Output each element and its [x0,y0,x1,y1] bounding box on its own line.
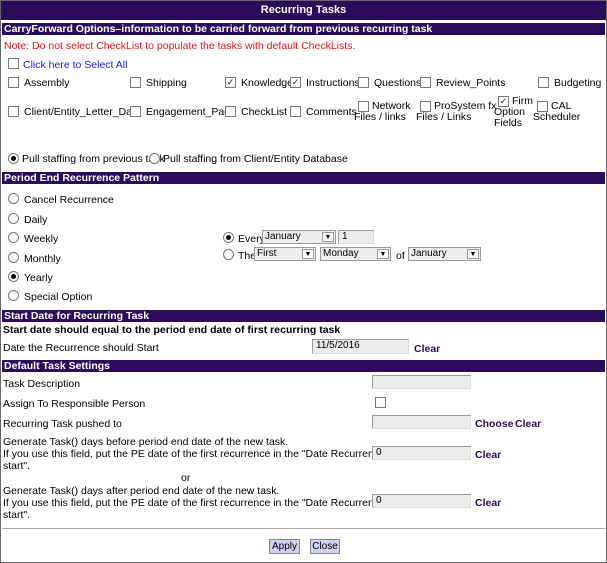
dialog-title: Recurring Tasks [1,1,606,20]
days-before-input[interactable]: 0 [372,446,471,460]
review-points-label: Review_Points [436,77,506,89]
comments-checkbox[interactable] [290,106,301,117]
pattern-header: Period End Recurrence Pattern [2,172,605,184]
assign-label: Assign To Responsible Person [3,398,146,410]
monthly-label: Monthly [24,253,61,265]
chevron-down-icon: ▼ [377,249,389,259]
staffing-database-radio[interactable] [149,153,160,164]
checklist-checkbox[interactable] [225,106,236,117]
assign-checkbox[interactable] [375,397,386,408]
shipping-label: Shipping [146,77,187,89]
days-before-clear[interactable]: Clear [475,449,501,461]
chevron-down-icon: ▼ [467,249,479,259]
of-month-select[interactable]: January ▼ [408,247,481,261]
yearly-label: Yearly [24,272,53,284]
every-radio[interactable] [223,232,234,243]
after-line-2: If you use this field, put the PE date o… [3,497,419,509]
client-entity-letter-date-label: Client/Entity_Letter_Date [24,106,141,118]
checklist-label: CheckList [241,106,288,118]
staffing-database-label: Pull staffing from Client/Entity Databas… [163,153,348,165]
questions-checkbox[interactable] [358,77,369,88]
weekday-value: Monday [323,248,359,259]
close-button[interactable]: Close [310,539,340,554]
divider [2,528,605,529]
chevron-down-icon: ▼ [302,249,314,259]
start-date-note: Start date should equal to the period en… [3,324,341,336]
start-date-label: Date the Recurrence should Start [3,342,159,354]
cal-scheduler-label: CAL Scheduler [533,100,581,123]
knowledge-label: Knowledge [241,77,293,89]
chevron-down-icon: ▼ [322,232,334,242]
pushed-clear[interactable]: Clear [515,418,541,430]
after-line-1: Generate Task() days after period end da… [3,485,280,497]
staffing-previous-radio[interactable] [8,153,19,164]
staffing-previous-label: Pull staffing from previous task [22,153,165,165]
select-all-link[interactable]: Click here to Select All [23,59,127,71]
carryforward-header: CarryForward Options–information to be c… [2,23,605,35]
engagement-page-checkbox[interactable] [130,106,141,117]
daily-radio[interactable] [8,213,19,224]
instructions-label: Instructions [306,77,360,89]
pushed-input[interactable] [372,415,471,429]
every-day-input[interactable]: 1 [338,230,374,244]
apply-button[interactable]: Apply [269,539,300,554]
every-label: Every [238,233,265,245]
after-line-3: start". [3,509,31,521]
weekly-label: Weekly [24,233,59,245]
budgeting-checkbox[interactable] [538,77,549,88]
prosystem-fx-files-links-label: ProSystem fx Files / Links [416,100,497,123]
cancel-recurrence-label: Cancel Recurrence [24,194,114,206]
budgeting-label: Budgeting [554,77,602,89]
shipping-checkbox[interactable] [130,77,141,88]
knowledge-checkbox[interactable]: ✓ [225,77,236,88]
before-line-2: If you use this field, put the PE date o… [3,448,419,460]
weekday-select[interactable]: Monday ▼ [320,247,391,261]
start-date-header: Start Date for Recurring Task [2,310,605,322]
or-label: or [181,472,191,484]
special-option-radio[interactable] [8,290,19,301]
of-month-value: January [411,248,447,259]
review-points-checkbox[interactable] [420,77,431,88]
weekly-radio[interactable] [8,232,19,243]
select-all-checkbox[interactable] [8,58,19,69]
before-line-1: Generate Task() days before period end d… [3,436,289,448]
the-radio[interactable] [223,249,234,260]
dialog-frame [0,0,607,563]
days-after-clear[interactable]: Clear [475,497,501,509]
of-label: of [396,250,405,262]
task-description-input[interactable] [372,375,471,389]
yearly-radio[interactable] [8,271,19,282]
special-option-label: Special Option [24,291,93,303]
default-settings-header: Default Task Settings [2,360,605,372]
pushed-choose[interactable]: Choose [475,418,514,430]
before-line-3: start". [3,460,31,472]
assembly-label: Assembly [24,77,70,89]
start-date-input[interactable]: 11/5/2016 [312,339,409,354]
cancel-recurrence-radio[interactable] [8,193,19,204]
engagement-page-label: Engagement_Page [146,106,236,118]
pushed-label: Recurring Task pushed to [3,418,122,430]
start-date-clear[interactable]: Clear [414,343,440,355]
every-month-value: January [265,231,301,242]
daily-label: Daily [24,214,48,226]
every-month-select[interactable]: January ▼ [262,230,336,244]
comments-label: Comments [306,106,357,118]
monthly-radio[interactable] [8,252,19,263]
client-entity-letter-date-checkbox[interactable] [8,106,19,117]
questions-label: Questions [374,77,422,89]
ordinal-select[interactable]: First ▼ [254,247,316,261]
checklist-note: Note: Do not select CheckList to populat… [4,40,356,52]
ordinal-value: First [257,248,277,259]
instructions-checkbox[interactable]: ✓ [290,77,301,88]
days-after-input[interactable]: 0 [372,494,471,508]
assembly-checkbox[interactable] [8,77,19,88]
task-description-label: Task Description [3,378,81,390]
